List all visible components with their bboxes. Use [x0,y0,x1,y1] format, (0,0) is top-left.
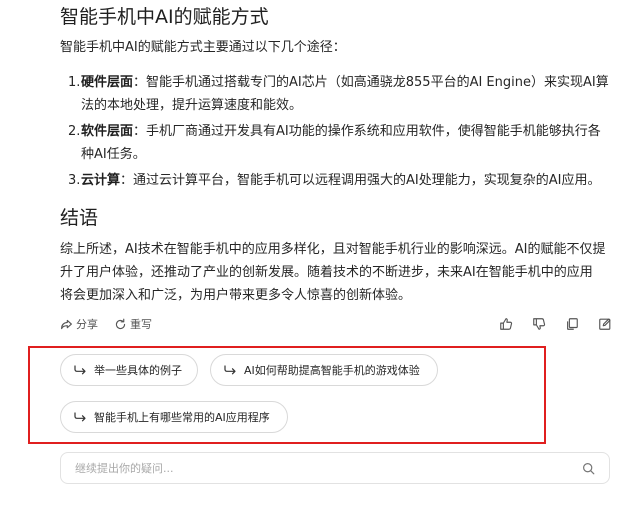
copy-button[interactable] [565,317,579,331]
list-item-text: 智能手机通过搭载专门的AI芯片（如高通骁龙855平台的AI Engine）来实现… [146,75,609,90]
list-item-text-cont: 种AI任务。 [81,147,146,162]
reply-arrow-icon [74,412,86,422]
follow-up-input[interactable] [73,460,582,476]
edit-icon [598,317,612,331]
edit-button[interactable] [598,317,612,331]
conclusion-paragraph: 综上所述，AI技术在智能手机中的应用多样化，且对智能手机行业的影响深远。AI的赋… [60,238,620,307]
list-item: 1. 硬件层面：智能手机通过搭载专门的AI芯片（如高通骁龙855平台的AI En… [68,71,609,117]
reply-arrow-icon [74,365,86,375]
section-heading-empowerment: 智能手机中AI的赋能方式 [60,6,269,28]
thumbs-down-icon [532,317,546,331]
section-intro: 智能手机中AI的赋能方式主要通过以下几个途径： [60,40,346,55]
list-item-term: 云计算 [81,173,121,188]
suggestion-text: AI如何帮助提高智能手机的游戏体验 [244,364,420,377]
suggestion-chip[interactable]: AI如何帮助提高智能手机的游戏体验 [210,354,438,386]
follow-up-input-box [60,452,610,484]
conclusion-line: 将会更加深入和广泛，为用户带来更多令人惊喜的创新体验。 [60,288,412,303]
list-item-text: 通过云计算平台，智能手机可以远程调用强大的AI处理能力，实现复杂的AI应用。 [133,173,601,188]
copy-icon [565,317,579,331]
list-item-text: 手机厂商通过开发具有AI功能的操作系统和应用软件，使得智能手机能够执行各 [146,124,601,139]
like-button[interactable] [499,317,513,331]
list-item: 3. 云计算：通过云计算平台，智能手机可以远程调用强大的AI处理能力，实现复杂的… [68,173,601,188]
list-item-text-cont: 法的本地处理，提升运算速度和能效。 [81,98,303,113]
suggestion-chip[interactable]: 举一些具体的例子 [60,354,198,386]
list-item: 2. 软件层面：手机厂商通过开发具有AI功能的操作系统和应用软件，使得智能手机能… [68,120,601,166]
thumbs-up-icon [499,317,513,331]
suggestion-text: 举一些具体的例子 [94,364,182,377]
reply-arrow-icon [224,365,236,375]
refresh-icon [114,318,127,331]
rewrite-button[interactable]: 重写 [114,316,152,332]
suggestion-chip[interactable]: 智能手机上有哪些常用的AI应用程序 [60,401,288,433]
list-item-term: 硬件层面 [81,75,134,90]
conclusion-line: 综上所述，AI技术在智能手机中的应用多样化，且对智能手机行业的影响深远。AI的赋… [60,242,606,257]
share-label: 分享 [76,318,98,331]
message-action-bar: 分享 重写 [60,316,612,332]
suggestion-text: 智能手机上有哪些常用的AI应用程序 [94,411,270,424]
share-icon [60,318,73,331]
rewrite-label: 重写 [130,318,152,331]
dislike-button[interactable] [532,317,546,331]
conclusion-line: 升了用户体验，还推动了产业的创新发展。随着技术的不断进步，未来AI在智能手机中的… [60,265,593,280]
list-item-term: 软件层面 [81,124,134,139]
share-button[interactable]: 分享 [60,316,98,332]
section-heading-conclusion: 结语 [60,207,99,229]
search-icon[interactable] [582,462,595,475]
